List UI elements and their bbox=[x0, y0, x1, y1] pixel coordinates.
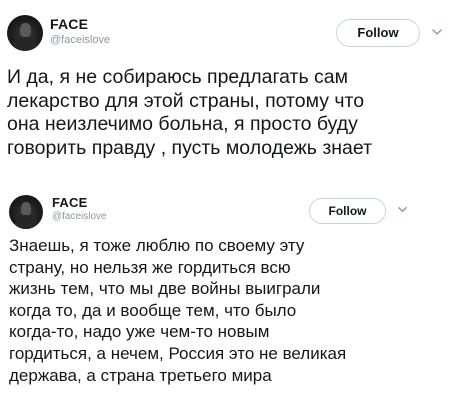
avatar-photo-face bbox=[21, 202, 32, 217]
follow-button[interactable]: Follow bbox=[336, 19, 420, 47]
user-name[interactable]: FACE bbox=[52, 195, 87, 210]
tweet-1: FACE @faceislove Follow И да, я не собир… bbox=[0, 0, 468, 190]
avatar-photo-face bbox=[19, 22, 31, 38]
tweet-text: Знаешь, я тоже люблю по своему эту стран… bbox=[9, 236, 347, 385]
user-name[interactable]: FACE bbox=[50, 16, 88, 32]
tweet-2: FACE @faceislove Follow Знаешь, я тоже л… bbox=[0, 190, 468, 418]
follow-button[interactable]: Follow bbox=[309, 198, 386, 224]
chevron-down-icon[interactable] bbox=[396, 203, 409, 216]
avatar-photo-body bbox=[13, 36, 37, 51]
user-handle[interactable]: @faceislove bbox=[52, 211, 107, 222]
avatar-photo-body bbox=[15, 215, 37, 229]
tweet-text: И да, я не собираюсь предлагать сам лека… bbox=[7, 66, 373, 159]
chevron-down-icon[interactable] bbox=[430, 25, 444, 39]
avatar[interactable] bbox=[7, 15, 43, 51]
user-handle[interactable]: @faceislove bbox=[50, 34, 110, 46]
avatar[interactable] bbox=[9, 195, 43, 229]
